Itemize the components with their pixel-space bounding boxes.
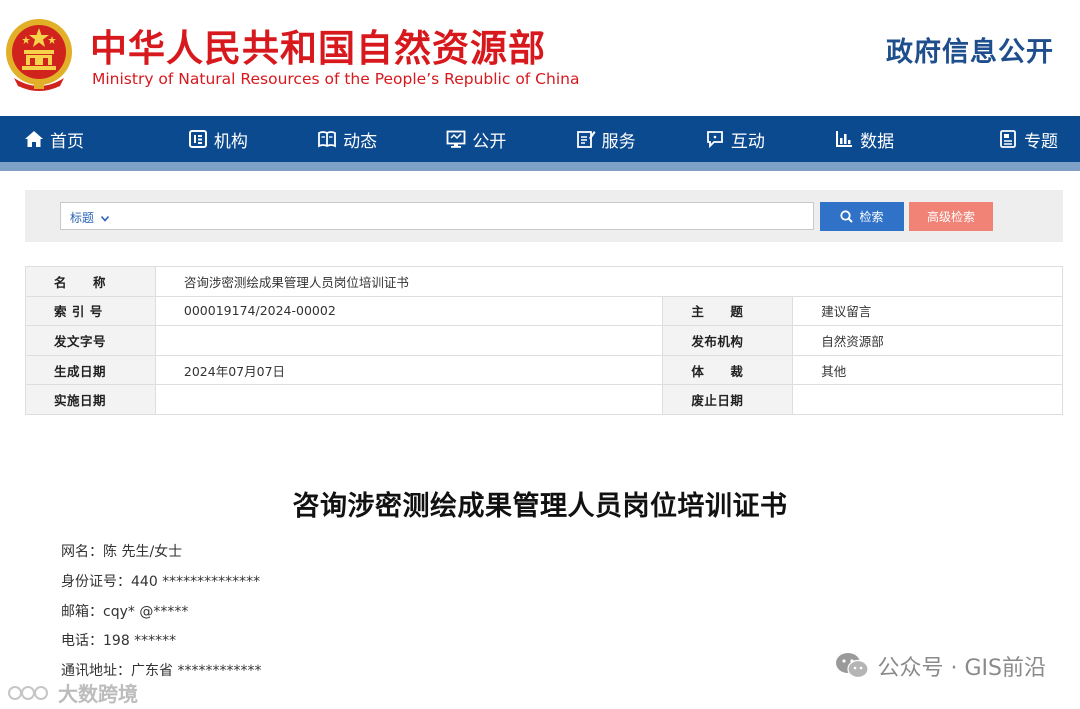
document-info-table: 名 称 咨询涉密测绘成果管理人员岗位培训证书 索 引 号 000019174/2…	[25, 266, 1064, 415]
nav-item-data[interactable]: 数据	[800, 116, 929, 162]
watermark-left: 大数跨境	[8, 678, 138, 707]
edit-icon	[576, 131, 596, 148]
nav-item-organization[interactable]: 机构	[153, 116, 282, 162]
publisher-value: 自然资源部	[792, 325, 1063, 356]
advanced-search-button[interactable]: 高级检索	[909, 202, 993, 231]
effective-label: 实施日期	[25, 384, 156, 415]
chevron-down-icon	[100, 215, 109, 222]
docno-value	[154, 325, 664, 356]
nav-item-label: 公开	[472, 131, 507, 152]
nav-item-topics[interactable]: 专题	[929, 116, 1080, 162]
docno-label: 发文字号	[25, 325, 156, 356]
watermark-left-text: 大数跨境	[58, 682, 138, 706]
book-icon	[318, 131, 337, 148]
advanced-search-label: 高级检索	[926, 210, 975, 224]
genre-label: 体 裁	[662, 354, 794, 386]
article-line-phone: 电话：198 ******	[61, 633, 177, 649]
table-row: 实施日期 废止日期	[25, 384, 1063, 415]
article-line-id-number: 身份证号：440 **************	[61, 574, 261, 590]
table-row: 发文字号 发布机构 自然资源部	[25, 325, 1063, 356]
table-row: 名 称 咨询涉密测绘成果管理人员岗位培训证书	[25, 266, 1064, 297]
search-panel: 标题 检索 高级检索	[25, 190, 1063, 242]
effective-value	[154, 384, 664, 415]
site-title-cn[interactable]: 中华人民共和国自然资源部	[90, 18, 546, 72]
nav-item-label: 动态	[343, 131, 378, 152]
nav-item-label: 首页	[50, 131, 84, 152]
search-button-label: 检索	[859, 210, 884, 224]
name-value: 咨询涉密测绘成果管理人员岗位培训证书	[154, 266, 1064, 297]
site-title-en[interactable]: Ministry of Natural Resources of the Peo…	[92, 70, 579, 88]
created-label: 生成日期	[25, 354, 156, 386]
article-line-username: 网名：陈 先生/女士	[61, 544, 183, 560]
index-value: 000019174/2024-00002	[154, 295, 664, 327]
nav-item-label: 专题	[1024, 131, 1058, 152]
search-input[interactable]: 标题	[60, 202, 814, 230]
publisher-label: 发布机构	[662, 325, 794, 356]
topic-value: 建议留言	[792, 295, 1063, 327]
nav-item-label: 机构	[213, 131, 248, 152]
index-label: 索 引 号	[25, 295, 156, 327]
nav-item-news[interactable]: 动态	[283, 116, 412, 162]
monitor-icon	[446, 130, 466, 148]
home-icon	[25, 131, 43, 147]
created-value: 2024年07月07日	[154, 354, 664, 386]
search-type-label: 标题	[70, 211, 95, 225]
search-icon	[840, 210, 854, 223]
abolished-label: 废止日期	[662, 384, 794, 415]
nav-item-service[interactable]: 服务	[541, 116, 670, 162]
nav-item-home[interactable]: 首页	[0, 116, 153, 162]
nav-item-label: 互动	[730, 131, 765, 152]
document-icon	[1000, 130, 1016, 148]
article-title: 咨询涉密测绘成果管理人员岗位培训证书	[292, 491, 788, 522]
section-title[interactable]: 政府信息公开	[886, 30, 1054, 69]
org-icon	[188, 130, 207, 148]
main-nav: 首页 机构 动态 公开 服务 互动 数据 专题	[0, 116, 1080, 162]
bar-chart-icon	[836, 131, 853, 147]
article-line-email: 邮箱：cqy* @*****	[61, 604, 189, 620]
nav-item-label: 数据	[860, 131, 895, 152]
genre-value: 其他	[792, 354, 1063, 386]
abolished-value	[792, 384, 1063, 415]
watermark-logo-icon	[8, 685, 48, 700]
nav-item-label: 服务	[601, 131, 636, 152]
site-header: 中华人民共和国自然资源部 Ministry of Natural Resourc…	[0, 0, 1080, 116]
table-row: 生成日期 2024年07月07日 体 裁 其他	[25, 354, 1063, 386]
topic-label: 主 题	[662, 295, 794, 327]
table-row: 索 引 号 000019174/2024-00002 主 题 建议留言	[25, 295, 1063, 327]
nav-item-interaction[interactable]: 互动	[670, 116, 799, 162]
nav-divider	[0, 162, 1080, 171]
search-type-select[interactable]: 标题	[70, 209, 109, 226]
chat-icon	[706, 131, 723, 149]
article-line-address: 通讯地址：广东省 ************	[61, 663, 262, 679]
search-button[interactable]: 检索	[820, 202, 904, 231]
name-label: 名 称	[25, 266, 156, 297]
national-emblem-icon[interactable]	[4, 16, 74, 92]
watermark-wechat-text: 公众号 · GIS前沿	[877, 656, 1046, 681]
watermark-wechat: 公众号 · GIS前沿	[834, 650, 1046, 682]
wechat-icon	[835, 653, 869, 679]
nav-item-disclosure[interactable]: 公开	[412, 116, 541, 162]
